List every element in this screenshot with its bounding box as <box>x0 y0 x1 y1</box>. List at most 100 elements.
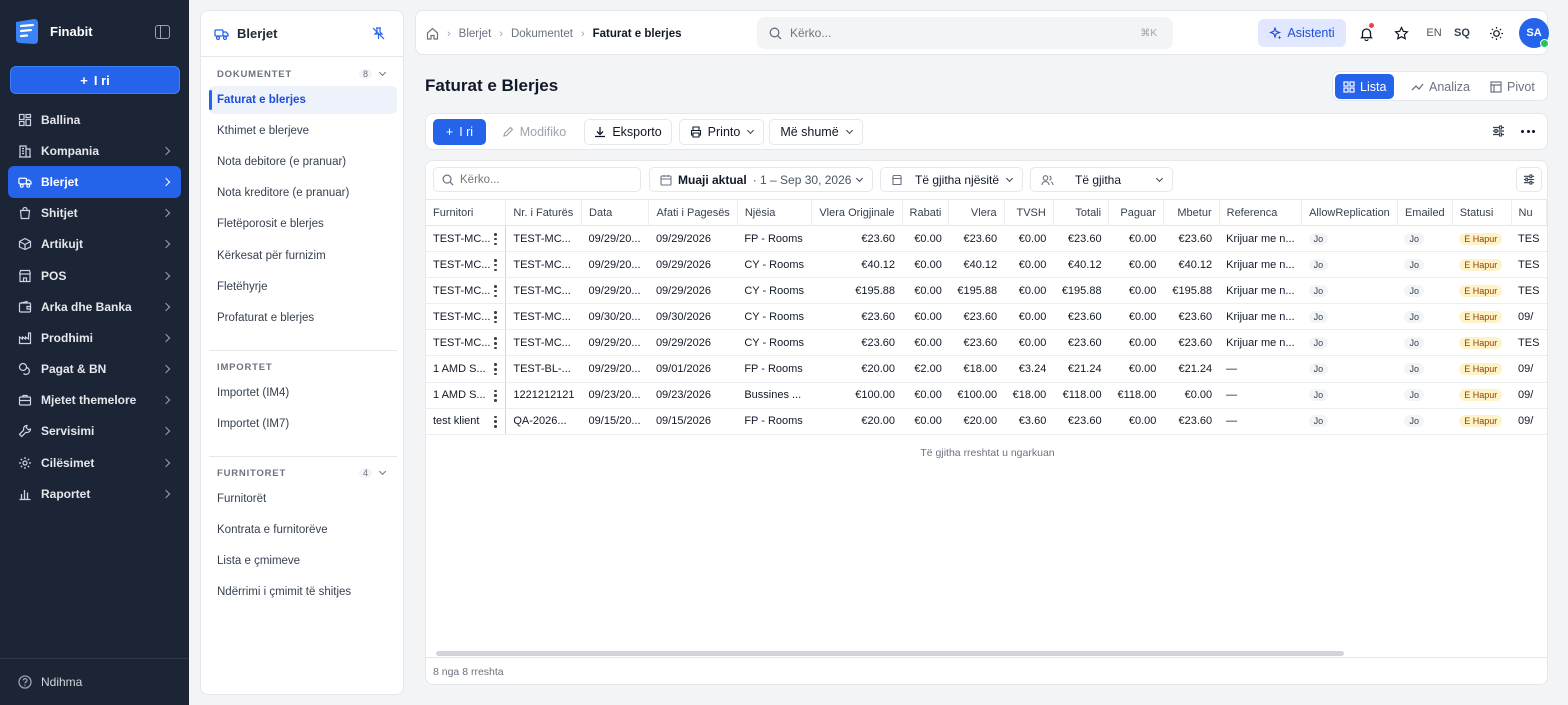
avatar[interactable]: SA <box>1519 18 1549 48</box>
column-header[interactable]: Mbetur <box>1163 199 1220 226</box>
column-header[interactable]: Statusi <box>1452 199 1512 226</box>
horizontal-scrollbar[interactable] <box>436 651 1344 656</box>
column-header[interactable]: Afati i Pagesës <box>648 199 738 226</box>
breadcrumb-blerjet[interactable]: Blerjet <box>459 28 492 40</box>
sidebar-item-mjetet-themelore[interactable]: Mjetet themelore <box>8 385 181 416</box>
panel-link[interactable]: Furnitorët <box>209 485 397 513</box>
panel-link[interactable]: Importet (IM7) <box>209 410 397 438</box>
view-pivot[interactable]: Pivot <box>1482 74 1543 99</box>
column-header[interactable]: Vlera Origjinale <box>811 199 903 226</box>
table-row[interactable]: 1 AMD S... TEST-BL-... 09/29/20... 09/01/20… <box>426 355 1547 383</box>
column-header[interactable]: AllowReplication <box>1301 199 1398 226</box>
home-icon[interactable] <box>426 27 439 40</box>
row-menu-icon[interactable] <box>494 311 497 324</box>
cell-text: 09/ <box>1518 363 1534 376</box>
table-row[interactable]: test klient QA-2026... 09/15/20... 09/15/20… <box>426 408 1547 435</box>
print-button[interactable]: Printo <box>679 119 764 145</box>
period-filter[interactable]: Muaji aktual · 1 – Sep 30, 2026 <box>649 167 873 192</box>
sidebar-item-pagat-bn[interactable]: Pagat & BN <box>8 354 181 385</box>
row-menu-icon[interactable] <box>494 259 497 272</box>
column-header[interactable]: TVSH <box>1004 199 1054 226</box>
row-menu-icon[interactable] <box>494 337 497 350</box>
column-header[interactable]: Njësia <box>737 199 812 226</box>
sidebar-item-ballina[interactable]: Ballina <box>8 104 181 135</box>
sidebar-item-artikujt[interactable]: Artikujt <box>8 229 181 260</box>
column-header[interactable]: Furnitori <box>426 199 507 226</box>
global-search-input[interactable] <box>790 26 1120 40</box>
panel-link[interactable]: Lista e çmimeve <box>209 547 397 575</box>
column-settings-icon[interactable] <box>1516 167 1542 192</box>
sidebar-new-button[interactable]: + I ri <box>10 66 180 94</box>
chevron-down-icon[interactable] <box>378 68 387 77</box>
panel-link[interactable]: Nota debitore (e pranuar) <box>209 148 397 176</box>
chevron-down-icon[interactable] <box>378 467 387 476</box>
row-menu-icon[interactable] <box>494 389 497 402</box>
column-header[interactable]: Vlera <box>948 199 1005 226</box>
view-analysis[interactable]: Analiza <box>1403 74 1478 99</box>
sun-icon[interactable] <box>1486 23 1506 43</box>
panel-link[interactable]: Fletëhyrje <box>209 273 397 301</box>
breadcrumb-dokumentet[interactable]: Dokumentet <box>511 28 573 40</box>
panel-link[interactable]: Profaturat e blerjes <box>209 304 397 332</box>
panel-link[interactable]: Importet (IM4) <box>209 379 397 407</box>
sidebar-item-cilesimet[interactable]: Cilësimet <box>8 447 181 478</box>
unpin-icon[interactable] <box>372 27 385 40</box>
column-header[interactable]: Emailed <box>1397 199 1453 226</box>
sliders-icon[interactable] <box>1492 125 1505 137</box>
column-header[interactable]: Nr. i Faturës <box>505 199 583 226</box>
panel-link[interactable]: Kthimet e blerjeve <box>209 117 397 145</box>
table-row[interactable]: TEST-MC... TEST-MC... 09/29/20... 09/29/202… <box>426 225 1547 253</box>
column-header[interactable]: Nu <box>1511 199 1547 226</box>
column-header[interactable]: Data <box>581 199 650 226</box>
sidebar-item-prodhimi[interactable]: Prodhimi <box>8 322 181 353</box>
sidebar-item-pos[interactable]: POS <box>8 260 181 291</box>
sidebar-item-arka-dhe-banka[interactable]: Arka dhe Banka <box>8 291 181 322</box>
table-row[interactable]: TEST-MC... TEST-MC... 09/30/20... 09/30/202… <box>426 303 1547 331</box>
export-button[interactable]: Eksporto <box>584 119 672 145</box>
column-header[interactable]: Paguar <box>1108 199 1164 226</box>
table-row[interactable]: 1 AMD S... 1221212121 09/23/20... 09/23/202… <box>426 382 1547 409</box>
sidebar-item-raportet[interactable]: Raportet <box>8 478 181 509</box>
panel-link[interactable]: Kërkesat për furnizim <box>209 242 397 270</box>
row-menu-icon[interactable] <box>494 233 497 245</box>
table-row[interactable]: TEST-MC... TEST-MC... 09/29/20... 09/29/202… <box>426 277 1547 305</box>
lang-en[interactable]: EN <box>1424 23 1444 43</box>
help-link[interactable]: Ndihma <box>0 658 189 705</box>
panel-link[interactable]: Kontrata e furnitorëve <box>209 516 397 544</box>
truck-icon <box>214 28 229 40</box>
column-header[interactable]: Totali <box>1053 199 1110 226</box>
sidebar-item-servisimi[interactable]: Servisimi <box>8 416 181 447</box>
sidebar-item-blerjet[interactable]: Blerjet <box>8 166 181 198</box>
panel-link[interactable]: Ndërrimi i çmimit të shitjes <box>209 578 397 606</box>
edit-button[interactable]: Modifiko <box>493 119 575 145</box>
assistant-button[interactable]: Asistenti <box>1258 19 1346 47</box>
star-icon[interactable] <box>1391 23 1411 43</box>
row-menu-icon[interactable] <box>494 363 497 376</box>
more-horizontal-icon[interactable] <box>1521 130 1535 133</box>
grid-search[interactable] <box>433 167 641 192</box>
sidebar-item-kompania[interactable]: Kompania <box>8 135 181 166</box>
new-button[interactable]: + I ri <box>433 119 486 145</box>
table-row[interactable]: TEST-MC... TEST-MC... 09/29/20... 09/29/202… <box>426 251 1547 279</box>
column-header[interactable]: Referenca <box>1219 199 1303 226</box>
lang-sq[interactable]: SQ <box>1452 23 1472 43</box>
table-row[interactable]: TEST-MC... TEST-MC... 09/29/20... 09/29/202… <box>426 329 1547 357</box>
row-menu-icon[interactable] <box>494 415 497 428</box>
panel-header: Blerjet <box>201 11 403 57</box>
party-filter[interactable]: Të gjitha <box>1030 167 1173 192</box>
collapse-sidebar-icon[interactable] <box>155 25 170 39</box>
unit-filter[interactable]: Të gjitha njësitë <box>880 167 1023 192</box>
global-search[interactable]: ⌘K <box>757 17 1173 49</box>
row-menu-icon[interactable] <box>494 285 497 298</box>
column-header[interactable]: Rabati <box>902 199 950 226</box>
more-button[interactable]: Më shumë <box>769 119 863 145</box>
panel-link[interactable]: Nota kreditore (e pranuar) <box>209 179 397 207</box>
cell-text: €0.00 <box>1128 258 1157 271</box>
sidebar-item-shitjet[interactable]: Shitjet <box>8 198 181 229</box>
brand[interactable]: Finabit <box>12 16 93 46</box>
view-list[interactable]: Lista <box>1335 74 1395 99</box>
panel-link[interactable]: Fletëporosit e blerjes <box>209 210 397 238</box>
grid-search-input[interactable] <box>460 173 630 186</box>
panel-link[interactable]: Faturat e blerjes <box>209 86 397 114</box>
view-pivot-label: Pivot <box>1507 79 1535 94</box>
